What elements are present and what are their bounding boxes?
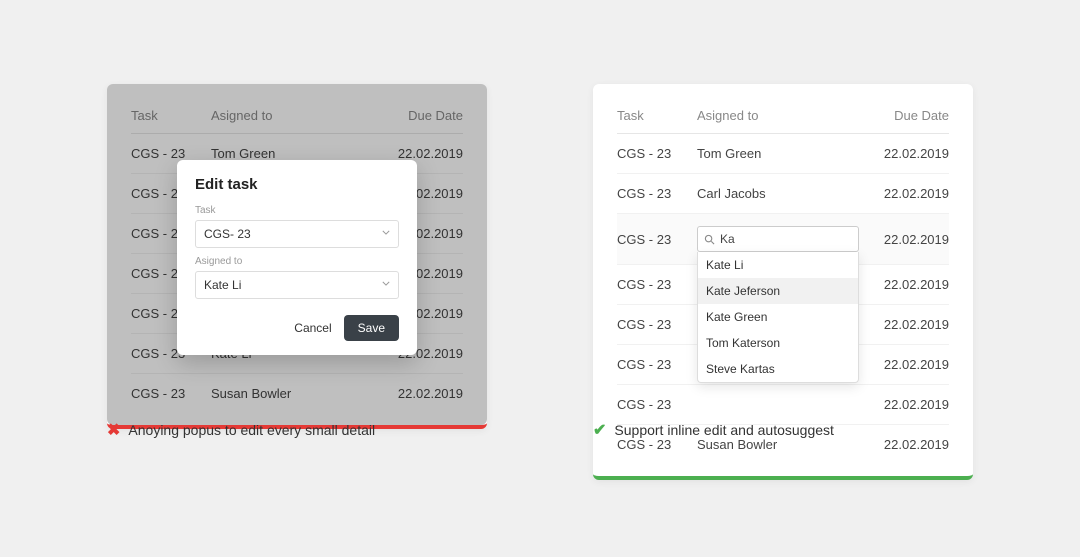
modal-title: Edit task <box>195 176 399 193</box>
cell-task: CGS - 23 <box>617 357 697 372</box>
table-row[interactable]: CGS - 23 Tom Green 22.02.2019 <box>617 134 949 174</box>
save-button[interactable]: Save <box>344 315 399 341</box>
task-select-value: CGS- 23 <box>204 227 251 241</box>
cell-task: CGS - 23 <box>617 277 697 292</box>
cell-task: CGS - 23 <box>617 317 697 332</box>
good-caption-text: Support inline edit and autosuggest <box>614 422 834 438</box>
cell-date: 22.02.2019 <box>859 437 949 452</box>
assigned-field-label: Asigned to <box>195 256 399 267</box>
chevron-down-icon <box>382 281 390 289</box>
table-row[interactable]: CGS - 23 22.02.2019 <box>617 385 949 425</box>
cancel-button[interactable]: Cancel <box>294 321 331 335</box>
good-caption: ✔ Support inline edit and autosuggest <box>593 420 834 440</box>
autosuggest-dropdown: Kate Li Kate Jeferson Kate Green Tom Kat… <box>697 252 859 383</box>
cell-date: 22.02.2019 <box>859 357 949 372</box>
check-icon: ✔ <box>593 420 606 440</box>
cell-assigned: Tom Green <box>697 146 859 161</box>
search-input-value: Ka <box>720 232 735 246</box>
cell-assigned: Carl Jacobs <box>697 186 859 201</box>
cell-task: CGS - 23 <box>617 397 697 412</box>
suggestion-item[interactable]: Kate Green <box>698 304 858 330</box>
suggestion-item[interactable]: Tom Katerson <box>698 330 858 356</box>
col-date-header: Due Date <box>859 108 949 123</box>
col-task-header: Task <box>617 108 697 123</box>
bad-caption: ✖ Anoying popus to edit every small deta… <box>107 420 375 440</box>
bad-example-panel: Task Asigned to Due Date CGS - 23 Tom Gr… <box>107 84 487 429</box>
cell-date: 22.02.2019 <box>859 146 949 161</box>
cross-icon: ✖ <box>107 420 120 440</box>
cell-date: 22.02.2019 <box>859 397 949 412</box>
suggestion-item[interactable]: Steve Kartas <box>698 356 858 382</box>
edit-task-modal: Edit task Task CGS- 23 Asigned to Kate L… <box>177 160 417 355</box>
search-icon <box>704 234 715 245</box>
cell-task: CGS - 23 <box>617 232 697 247</box>
task-field-label: Task <box>195 205 399 216</box>
col-assigned-header: Asigned to <box>697 108 859 123</box>
cell-date: 22.02.2019 <box>859 186 949 201</box>
chevron-down-icon <box>382 230 390 238</box>
cell-date: 22.02.2019 <box>859 277 949 292</box>
table-row[interactable]: CGS - 23 Carl Jacobs 22.02.2019 <box>617 174 949 214</box>
suggestion-item[interactable]: Kate Li <box>698 252 858 278</box>
cell-task: CGS - 23 <box>617 146 697 161</box>
table-header: Task Asigned to Due Date <box>617 108 949 134</box>
bad-caption-text: Anoying popus to edit every small detail <box>128 422 375 438</box>
assigned-select[interactable]: Kate Li <box>195 271 399 299</box>
assigned-inline-search[interactable]: Ka <box>697 226 859 252</box>
cell-date: 22.02.2019 <box>859 232 949 247</box>
assigned-select-value: Kate Li <box>204 278 241 292</box>
cell-date: 22.02.2019 <box>859 317 949 332</box>
cell-task: CGS - 23 <box>617 186 697 201</box>
table-row[interactable]: CGS - 23 Ka Kate Li Kate Jeferson Kate G… <box>617 214 949 265</box>
suggestion-item[interactable]: Kate Jeferson <box>698 278 858 304</box>
task-select[interactable]: CGS- 23 <box>195 220 399 248</box>
